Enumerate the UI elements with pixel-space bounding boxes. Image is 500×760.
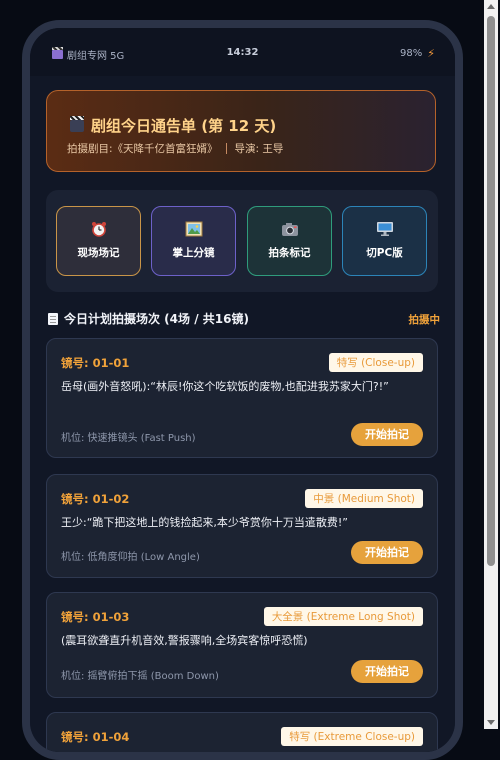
phone-frame: 剧组专网 5G 14:32 98% ⚡ 剧组今日通告单 (第 12 天) 拍摄剧… xyxy=(22,20,463,760)
shot-card: 镜号: 01-04 特写 (Extreme Close-up) xyxy=(46,712,438,752)
status-battery-group: 98% ⚡ xyxy=(400,47,435,60)
clapperboard-icon xyxy=(70,115,84,132)
shot-type-badge: 中景 (Medium Shot) xyxy=(305,489,423,508)
camera-position: 机位: 快速推镜头 (Fast Push) xyxy=(61,433,196,444)
schedule-header: 今日计划拍摄场次 (4场 / 共16镜) 拍摄中 xyxy=(48,310,440,330)
action-label: 拍条标记 xyxy=(268,247,311,259)
action-label: 现场场记 xyxy=(77,247,120,259)
project-name: 拍摄剧目:《天降千亿首富狂婿》 xyxy=(67,143,218,155)
shot-card: 镜号: 01-02 中景 (Medium Shot) 王少:“跪下把这地上的钱捡… xyxy=(46,474,438,578)
camera-position: 机位: 低角度仰拍 (Low Angle) xyxy=(61,552,200,563)
document-icon xyxy=(48,312,58,325)
phone-screen: 剧组专网 5G 14:32 98% ⚡ 剧组今日通告单 (第 12 天) 拍摄剧… xyxy=(30,28,455,752)
start-log-button[interactable]: 开始拍记 xyxy=(351,660,423,683)
alarm-clock-icon xyxy=(91,222,106,237)
start-log-button[interactable]: 开始拍记 xyxy=(351,541,423,564)
notice-title: 剧组今日通告单 (第 12 天) xyxy=(91,117,277,135)
schedule-title: 今日计划拍摄场次 (4场 / 共16镜) xyxy=(64,312,249,326)
charging-bolt-icon: ⚡ xyxy=(427,47,435,60)
status-bar: 剧组专网 5G 14:32 98% ⚡ xyxy=(30,28,455,76)
scroll-down-arrow-icon[interactable] xyxy=(487,720,495,725)
shot-type-badge: 特写 (Close-up) xyxy=(328,353,423,372)
action-switch-pc-button[interactable]: 切PC版 xyxy=(342,206,427,276)
shot-type-badge: 特写 (Extreme Close-up) xyxy=(281,727,423,746)
start-log-button[interactable]: 开始拍记 xyxy=(351,423,423,446)
shot-number: 镜号: 01-02 xyxy=(61,492,130,506)
shot-number: 镜号: 01-03 xyxy=(61,610,130,624)
shot-card: 镜号: 01-03 大全景 (Extreme Long Shot) (震耳欲聋直… xyxy=(46,592,438,698)
notice-title-row: 剧组今日通告单 (第 12 天) xyxy=(70,115,276,136)
scrollbar-thumb[interactable] xyxy=(487,16,495,566)
shot-type-badge: 大全景 (Extreme Long Shot) xyxy=(263,607,423,626)
quick-actions-panel: 现场场记 掌上分镜 拍条标记 切PC版 xyxy=(46,190,438,292)
action-take-mark-button[interactable]: 拍条标记 xyxy=(247,206,332,276)
shot-dialogue: 王少:“跪下把这地上的钱捡起来,本少爷赏你十万当遣散费!” xyxy=(61,516,349,529)
shot-card: 镜号: 01-01 特写 (Close-up) 岳母(画外音怒吼):“林辰!你这… xyxy=(46,338,438,458)
shot-dialogue: (震耳欲聋直升机音效,警报骤响,全场宾客惊呼恐慌) xyxy=(61,634,308,647)
shot-dialogue: 岳母(画外音怒吼):“林辰!你这个吃软饭的废物,也配进我苏家大门?!” xyxy=(61,380,389,393)
shot-number: 镜号: 01-01 xyxy=(61,356,130,370)
page-scrollbar[interactable] xyxy=(484,0,498,729)
action-storyboard-button[interactable]: 掌上分镜 xyxy=(151,206,236,276)
desktop-icon xyxy=(376,222,393,236)
daily-notice-card: 剧组今日通告单 (第 12 天) 拍摄剧目:《天降千亿首富狂婿》 导演: 王导 xyxy=(46,90,436,172)
shooting-status: 拍摄中 xyxy=(408,314,441,326)
battery-percent: 98% xyxy=(400,48,423,59)
notice-divider xyxy=(225,143,227,154)
picture-icon xyxy=(185,221,202,237)
scroll-up-arrow-icon[interactable] xyxy=(487,4,495,9)
schedule-title-row: 今日计划拍摄场次 (4场 / 共16镜) xyxy=(48,310,249,327)
shot-number: 镜号: 01-04 xyxy=(61,730,130,744)
action-field-log-button[interactable]: 现场场记 xyxy=(56,206,141,276)
action-label: 掌上分镜 xyxy=(172,247,215,259)
action-label: 切PC版 xyxy=(366,247,403,259)
camera-position: 机位: 摇臂俯拍下摇 (Boom Down) xyxy=(61,671,219,682)
status-time: 14:32 xyxy=(226,47,259,58)
camera-icon xyxy=(281,223,298,236)
director-name: 导演: 王导 xyxy=(234,143,284,155)
notice-subline: 拍摄剧目:《天降千亿首富狂婿》 导演: 王导 xyxy=(67,141,283,156)
